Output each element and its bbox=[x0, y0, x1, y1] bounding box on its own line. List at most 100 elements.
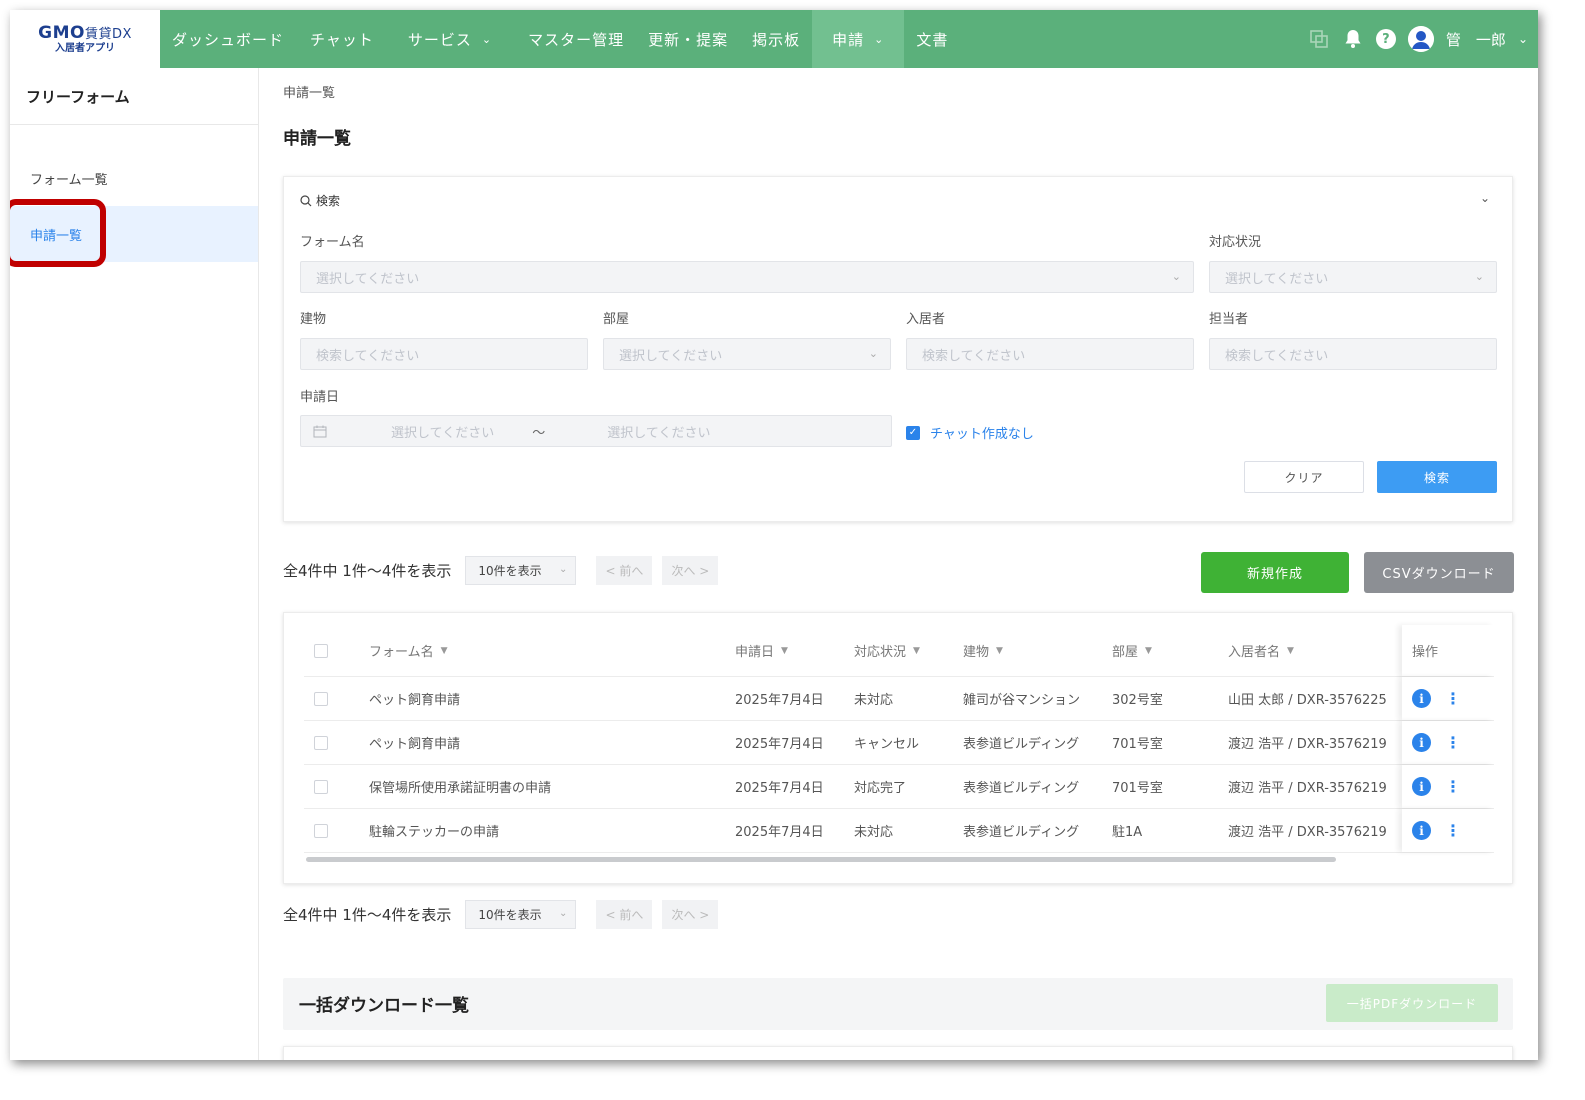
nav-update-proposal[interactable]: 更新・提案 bbox=[636, 10, 740, 68]
table-row[interactable]: 駐輪ステッカーの申請 2025年7月4日 未対応 表参道ビルディング 駐1A 渡… bbox=[304, 809, 1494, 853]
csv-download-button[interactable]: CSVダウンロード bbox=[1364, 552, 1514, 593]
column-header-building[interactable]: 建物 ▼ bbox=[963, 625, 1003, 676]
nav-master-label: マスター管理 bbox=[528, 30, 625, 49]
page-size-value: 10件を表示 bbox=[478, 564, 542, 578]
bulk-download-list bbox=[283, 1046, 1513, 1060]
select-all-checkbox[interactable] bbox=[314, 625, 328, 676]
table-row[interactable]: 保管場所使用承諾証明書の申請 2025年7月4日 対応完了 表参道ビルディング … bbox=[304, 765, 1494, 809]
nav-service[interactable]: サービス ⌄ bbox=[398, 10, 516, 68]
next-page-button[interactable]: 次へ > bbox=[662, 556, 719, 585]
nav-bulletin-board[interactable]: 掲示板 bbox=[740, 10, 812, 68]
cell-status: 対応完了 bbox=[854, 781, 907, 796]
cell-resident: 渡辺 浩平 / DXR-3576219 bbox=[1228, 825, 1387, 840]
form-name-select[interactable]: 選択してください ⌄ bbox=[300, 261, 1194, 293]
column-header-form-name[interactable]: フォーム名 ▼ bbox=[369, 625, 448, 676]
nav-application[interactable]: 申請 ⌄ bbox=[812, 10, 905, 68]
row-checkbox[interactable] bbox=[314, 809, 328, 852]
column-header-resident[interactable]: 入居者名 ▼ bbox=[1228, 625, 1294, 676]
chevron-down-icon[interactable]: ⌄ bbox=[1518, 32, 1528, 46]
column-header-date[interactable]: 申請日 ▼ bbox=[735, 625, 788, 676]
app-logo[interactable]: GMO賃貸DX 入居者アプリ bbox=[10, 10, 160, 68]
prev-page-button[interactable]: < 前へ bbox=[596, 900, 653, 929]
page-size-select[interactable]: 10件を表示 ⌄ bbox=[465, 900, 577, 929]
resident-label: 入居者 bbox=[906, 312, 946, 327]
nav-master[interactable]: マスター管理 bbox=[516, 10, 636, 68]
sort-icon: ▼ bbox=[913, 645, 920, 656]
resident-input[interactable]: 検索してください bbox=[906, 338, 1194, 370]
search-button[interactable]: 検索 bbox=[1377, 461, 1497, 493]
cell-building: 雑司が谷マンション bbox=[963, 693, 1081, 708]
more-menu-icon[interactable]: ⋮ bbox=[1445, 822, 1461, 839]
info-icon[interactable]: i bbox=[1412, 733, 1431, 752]
building-placeholder: 検索してください bbox=[316, 348, 420, 364]
date-range-separator: 〜 bbox=[532, 425, 546, 441]
new-create-button[interactable]: 新規作成 bbox=[1201, 552, 1349, 593]
more-menu-icon[interactable]: ⋮ bbox=[1445, 778, 1461, 795]
no-chat-label: チャット作成なし bbox=[930, 427, 1034, 442]
cell-room: 302号室 bbox=[1112, 693, 1163, 708]
sidebar-item-label: フォーム一覧 bbox=[30, 172, 108, 188]
table-row[interactable]: ペット飼育申請 2025年7月4日 キャンセル 表参道ビルディング 701号室 … bbox=[304, 721, 1494, 765]
row-checkbox[interactable] bbox=[314, 765, 328, 808]
cell-status: 未対応 bbox=[854, 825, 894, 840]
sidebar-item-form-list[interactable]: フォーム一覧 bbox=[10, 150, 258, 206]
no-chat-checkbox[interactable]: ✓ チャット作成なし bbox=[906, 423, 1034, 442]
info-icon[interactable]: i bbox=[1412, 689, 1431, 708]
search-panel-header[interactable]: 検索 bbox=[300, 192, 340, 209]
next-page-button[interactable]: 次へ > bbox=[662, 900, 719, 929]
chevron-down-icon: ⌄ bbox=[481, 32, 493, 46]
avatar[interactable] bbox=[1407, 26, 1434, 52]
application-table-card: フォーム名 ▼ 申請日 ▼ 対応状況 ▼ 建物 ▼ 部屋 ▼ 入居者名 ▼ 操作 ペット飼育… bbox=[283, 612, 1513, 884]
row-checkbox[interactable] bbox=[314, 677, 328, 720]
room-select[interactable]: 選択してください ⌄ bbox=[603, 338, 891, 370]
cell-date: 2025年7月4日 bbox=[735, 781, 824, 796]
checkbox-checked-icon: ✓ bbox=[906, 425, 920, 440]
application-table: フォーム名 ▼ 申請日 ▼ 対応状況 ▼ 建物 ▼ 部屋 ▼ 入居者名 ▼ 操作 ペット飼育… bbox=[304, 625, 1494, 853]
cell-status: 未対応 bbox=[854, 693, 894, 708]
breadcrumb[interactable]: 申請一覧 bbox=[283, 82, 335, 101]
table-header-row: フォーム名 ▼ 申請日 ▼ 対応状況 ▼ 建物 ▼ 部屋 ▼ 入居者名 ▼ 操作 bbox=[304, 625, 1494, 677]
date-range-picker[interactable]: 選択してください 〜 選択してください bbox=[300, 415, 892, 447]
column-header-actions: 操作 bbox=[1402, 625, 1494, 676]
cell-status: キャンセル bbox=[854, 737, 920, 752]
top-navigation-bar: GMO賃貸DX 入居者アプリ ダッシュボード チャット サービス ⌄ マスター管理… bbox=[10, 10, 1538, 68]
prev-page-button[interactable]: < 前へ bbox=[596, 556, 653, 585]
bulk-pdf-download-button[interactable]: 一括PDFダウンロード bbox=[1326, 984, 1498, 1022]
info-icon[interactable]: i bbox=[1412, 821, 1431, 840]
nav-chat[interactable]: チャット bbox=[296, 10, 398, 68]
sidebar-title: フリーフォーム bbox=[10, 68, 258, 125]
clear-button[interactable]: クリア bbox=[1244, 461, 1364, 493]
cell-date: 2025年7月4日 bbox=[735, 825, 824, 840]
pagination-top: 全4件中 1件〜4件を表示 10件を表示 ⌄ < 前へ 次へ > bbox=[283, 556, 719, 585]
help-icon[interactable]: ? bbox=[1375, 29, 1396, 49]
result-summary: 全4件中 1件〜4件を表示 bbox=[283, 906, 452, 924]
more-menu-icon[interactable]: ⋮ bbox=[1445, 690, 1461, 707]
row-checkbox[interactable] bbox=[314, 721, 328, 764]
sort-icon: ▼ bbox=[996, 645, 1003, 656]
chevron-down-icon: ⌄ bbox=[1474, 270, 1484, 283]
column-header-status[interactable]: 対応状況 ▼ bbox=[854, 625, 920, 676]
page-title: 申請一覧 bbox=[283, 129, 351, 149]
more-menu-icon[interactable]: ⋮ bbox=[1445, 734, 1461, 751]
copy-icon[interactable] bbox=[1308, 28, 1330, 50]
nav-chat-label: チャット bbox=[310, 30, 374, 49]
nav-documents[interactable]: 文書 bbox=[904, 10, 960, 68]
chevron-down-icon: ⌄ bbox=[868, 347, 878, 360]
info-icon[interactable]: i bbox=[1412, 777, 1431, 796]
horizontal-scrollbar[interactable] bbox=[306, 857, 1336, 862]
building-input[interactable]: 検索してください bbox=[300, 338, 588, 370]
nav-dashboard[interactable]: ダッシュボード bbox=[160, 10, 296, 68]
user-name[interactable]: 管 一郎 bbox=[1446, 29, 1506, 50]
bell-icon[interactable] bbox=[1342, 28, 1364, 50]
bulk-download-header: 一括ダウンロード一覧 一括PDFダウンロード bbox=[283, 978, 1513, 1030]
cell-form-name: 駐輪ステッカーの申請 bbox=[369, 825, 500, 840]
page-size-select[interactable]: 10件を表示 ⌄ bbox=[465, 556, 577, 585]
chevron-down-icon[interactable]: ⌄ bbox=[1480, 191, 1490, 205]
staff-input[interactable]: 検索してください bbox=[1209, 338, 1497, 370]
status-select[interactable]: 選択してください ⌄ bbox=[1209, 261, 1497, 293]
table-row[interactable]: ペット飼育申請 2025年7月4日 未対応 雑司が谷マンション 302号室 山田… bbox=[304, 677, 1494, 721]
room-placeholder: 選択してください bbox=[619, 348, 723, 364]
column-header-room[interactable]: 部屋 ▼ bbox=[1112, 625, 1152, 676]
chevron-down-icon: ⌄ bbox=[874, 32, 885, 46]
header-utilities: ? 管 一郎 ⌄ bbox=[1308, 10, 1528, 68]
